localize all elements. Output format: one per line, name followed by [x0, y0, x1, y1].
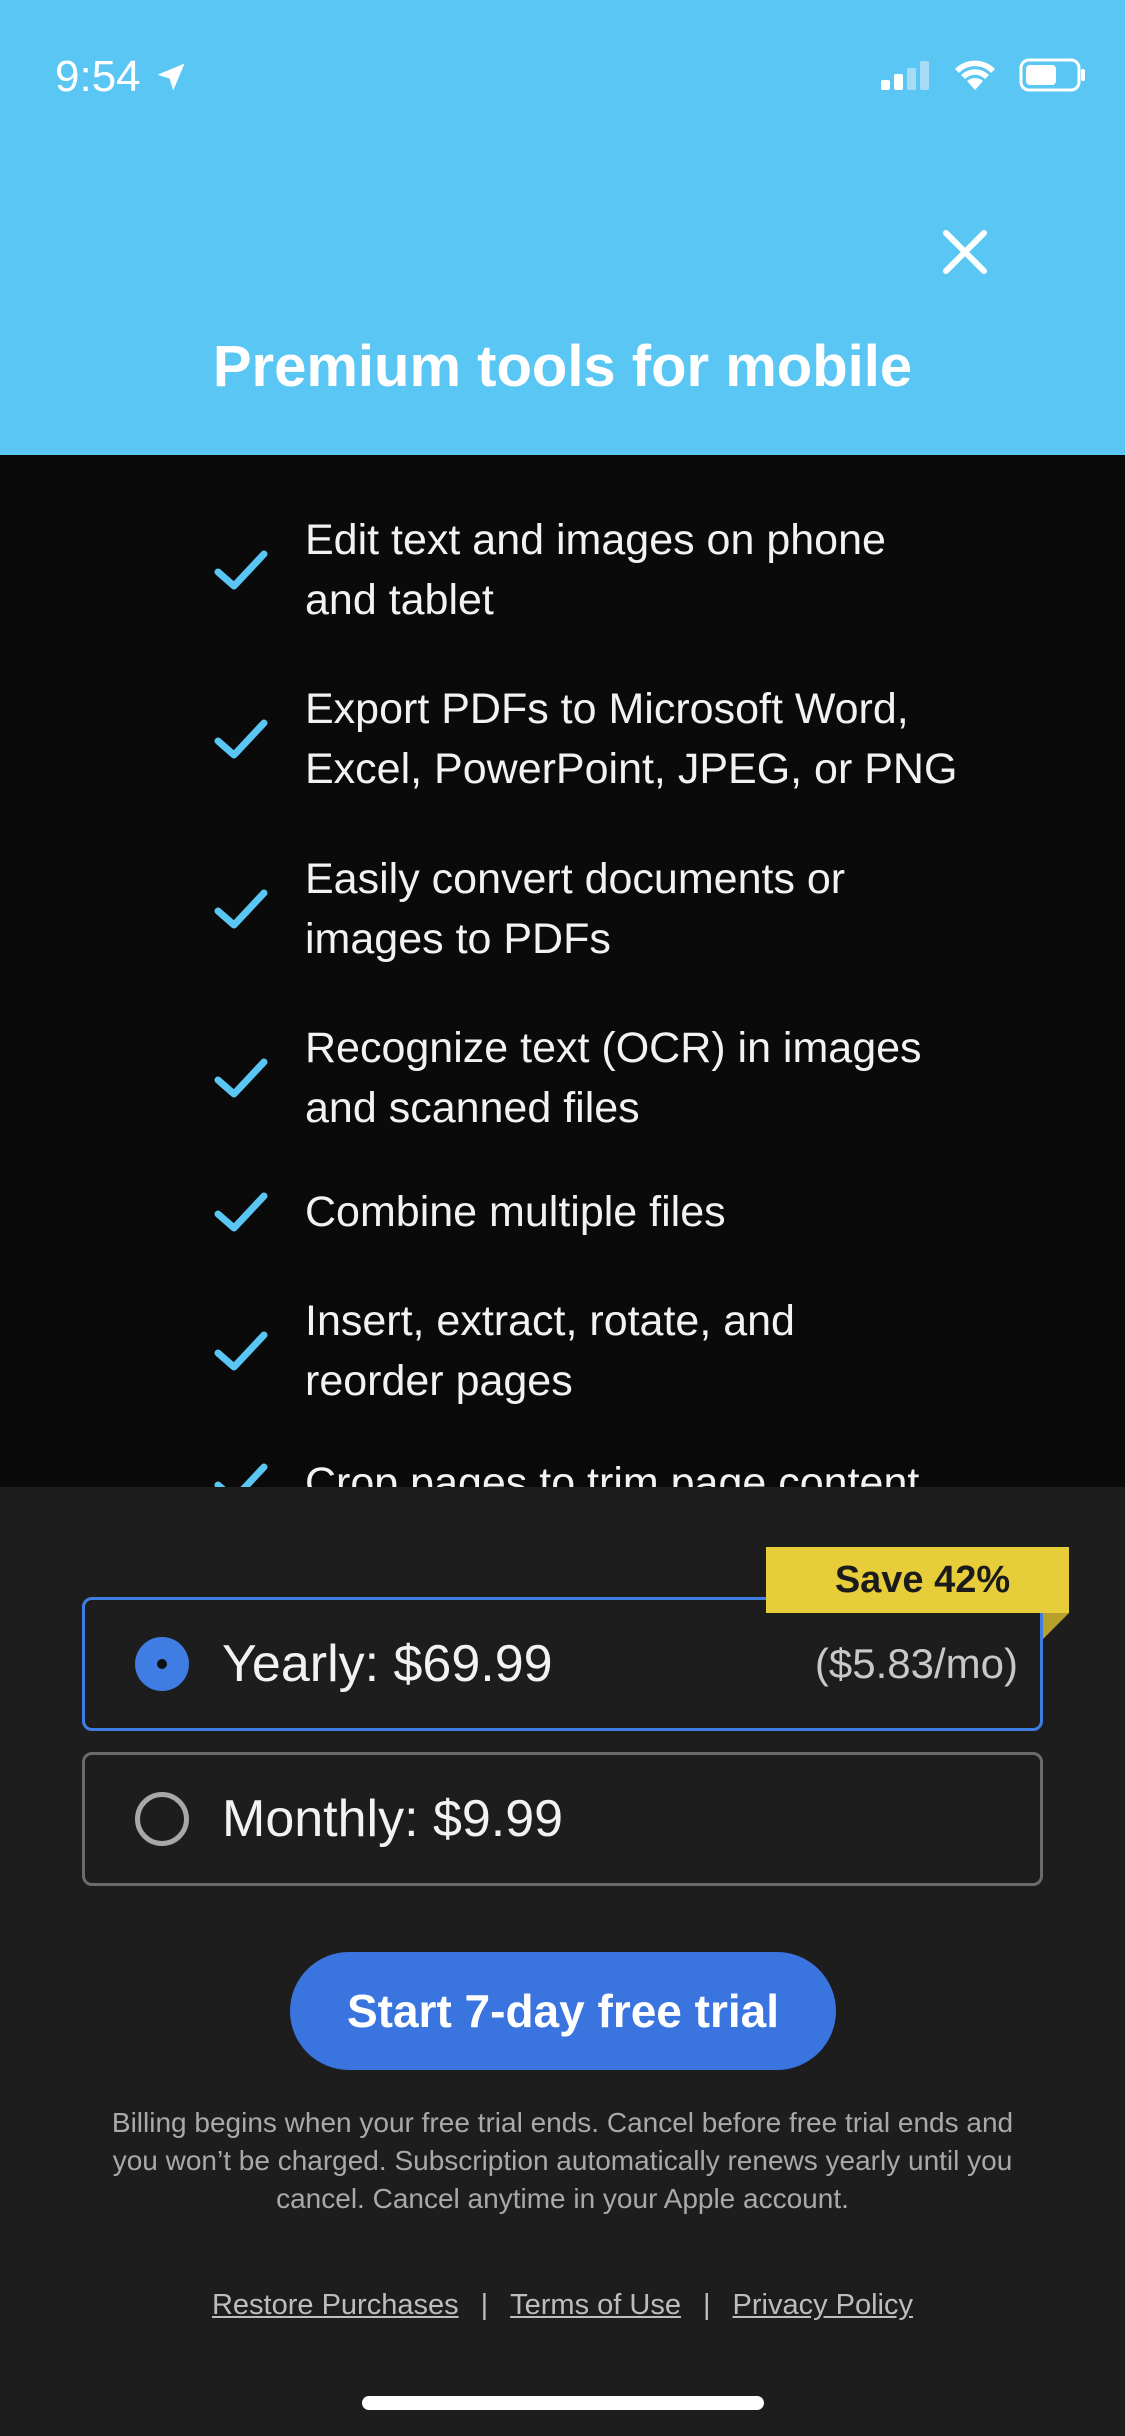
link-separator: |: [480, 2289, 489, 2321]
feature-item: Combine multiple files: [212, 1182, 972, 1242]
monthly-plan-label: Monthly: $9.99: [222, 1790, 564, 1848]
page-title: Premium tools for mobile: [212, 334, 913, 399]
checkmark-icon: [214, 1058, 268, 1098]
feature-text: Insert, extract, rotate, and reorder pag…: [305, 1291, 795, 1411]
feature-line: Recognize text (OCR) in images: [305, 1024, 922, 1072]
yearly-plan-label: Yearly: $69.99: [222, 1635, 553, 1693]
monthly-plan-option[interactable]: Monthly: $9.99: [82, 1752, 1043, 1886]
radio-unselected-icon[interactable]: [135, 1792, 189, 1846]
feature-text: Export PDFs to Microsoft Word, Excel, Po…: [305, 679, 957, 799]
yearly-monthly-equivalent: ($5.83/mo): [814, 1640, 1018, 1687]
feature-line: Combine multiple files: [305, 1188, 726, 1236]
feature-line: Excel, PowerPoint, JPEG, or PNG: [305, 745, 958, 793]
feature-item: Easily convert documents or images to PD…: [212, 849, 972, 969]
feature-line: Easily convert documents or: [305, 855, 846, 903]
feature-text: Recognize text (OCR) in images and scann…: [305, 1018, 922, 1138]
purchase-panel: Yearly: $69.99 ($5.83/mo) Save 42% Month…: [0, 1487, 1125, 2436]
disclaimer-line: you won’t be charged. Subscription autom…: [112, 2145, 1013, 2176]
status-icons: [881, 58, 1087, 92]
feature-text: Combine multiple files: [305, 1182, 726, 1242]
cellular-signal-icon: [881, 61, 929, 90]
feature-line: Edit text and images on phone: [305, 516, 886, 564]
feature-item: Recognize text (OCR) in images and scann…: [212, 1018, 972, 1138]
feature-item: Export PDFs to Microsoft Word, Excel, Po…: [212, 679, 972, 799]
feature-line: and tablet: [305, 576, 494, 624]
feature-line: reorder pages: [305, 1357, 573, 1405]
feature-text: Crop pages to trim page content: [305, 1453, 919, 1487]
status-time: 9:54: [55, 52, 189, 102]
radio-selected-icon[interactable]: [135, 1637, 189, 1691]
feature-item: Crop pages to trim page content: [212, 1453, 972, 1487]
feature-line: images to PDFs: [305, 915, 611, 963]
checkmark-icon: [214, 1331, 268, 1371]
disclaimer-line: cancel. Cancel anytime in your Apple acc…: [276, 2183, 849, 2214]
restore-purchases-link[interactable]: Restore Purchases: [212, 2289, 459, 2322]
location-arrow-icon: [157, 63, 185, 91]
close-button[interactable]: [935, 222, 995, 282]
start-trial-button[interactable]: Start 7-day free trial: [290, 1952, 836, 2070]
feature-line: Export PDFs to Microsoft Word,: [305, 685, 909, 733]
checkmark-icon: [214, 1192, 268, 1232]
checkmark-icon: [214, 1463, 268, 1487]
feature-text: Easily convert documents or images to PD…: [305, 849, 845, 969]
status-time-text: 9:54: [55, 52, 141, 101]
header: 9:54 Premium tools for mobile: [0, 0, 1125, 455]
terms-of-use-link[interactable]: Terms of Use: [510, 2289, 681, 2322]
feature-item: Edit text and images on phone and tablet: [212, 510, 972, 630]
save-badge: Save 42%: [766, 1547, 1069, 1613]
feature-line: Crop pages to trim page content: [305, 1459, 920, 1487]
footer-links: Restore Purchases | Terms of Use | Priva…: [0, 2289, 1125, 2322]
close-icon: [943, 230, 987, 274]
yearly-plan-option[interactable]: Yearly: $69.99 ($5.83/mo): [82, 1597, 1043, 1731]
home-indicator[interactable]: [362, 2396, 764, 2410]
link-separator: |: [702, 2289, 711, 2321]
feature-text: Edit text and images on phone and tablet: [305, 510, 886, 630]
feature-line: and scanned files: [305, 1084, 640, 1132]
battery-icon: [1019, 58, 1085, 92]
checkmark-icon: [214, 719, 268, 759]
privacy-policy-link[interactable]: Privacy Policy: [733, 2289, 914, 2322]
billing-disclaimer: Billing begins when your free trial ends…: [100, 2104, 1025, 2218]
feature-item: Insert, extract, rotate, and reorder pag…: [212, 1291, 972, 1411]
checkmark-icon: [214, 550, 268, 590]
feature-line: Insert, extract, rotate, and: [305, 1297, 795, 1345]
checkmark-icon: [214, 889, 268, 929]
disclaimer-line: Billing begins when your free trial ends…: [111, 2107, 1014, 2138]
badge-fold: [1043, 1613, 1069, 1639]
feature-list: Edit text and images on phone and tablet…: [0, 455, 1125, 1487]
wifi-icon: [955, 60, 995, 90]
